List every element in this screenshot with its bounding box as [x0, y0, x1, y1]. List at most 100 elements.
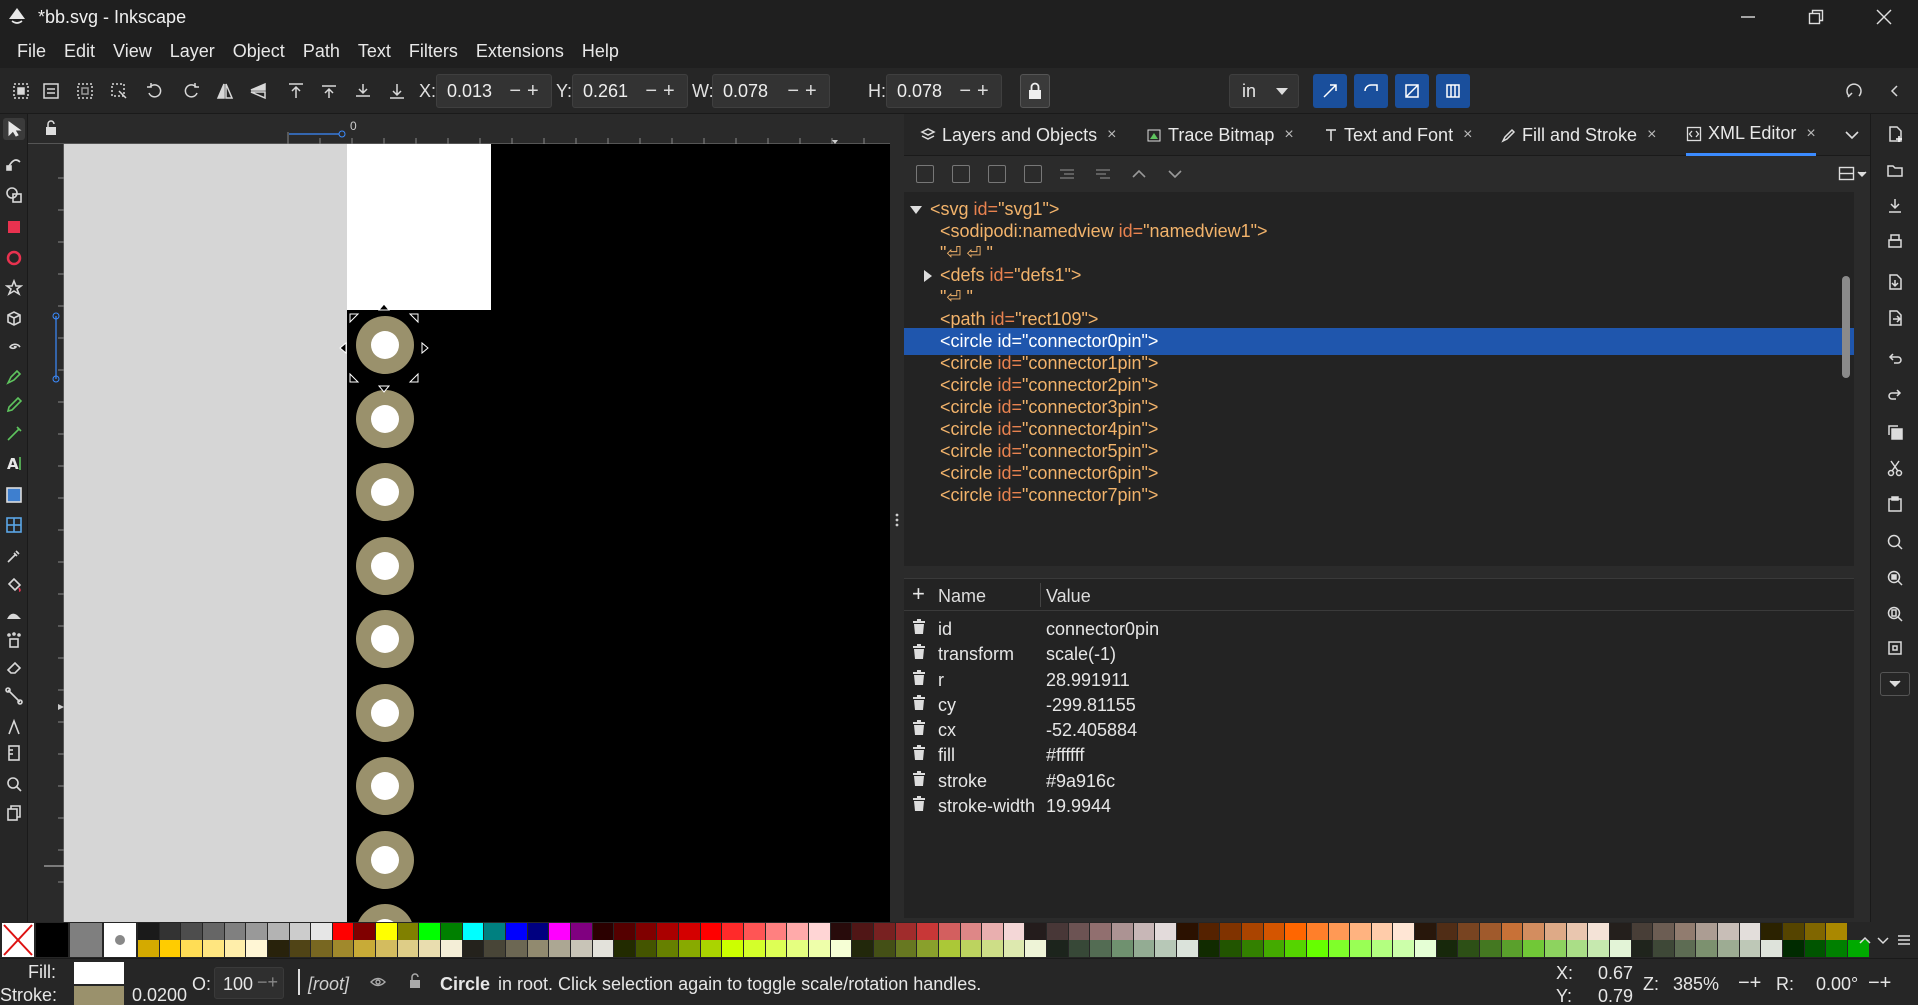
- color-swatch[interactable]: [1198, 940, 1220, 957]
- color-swatch[interactable]: [1371, 940, 1393, 957]
- width-field[interactable]: 0.078 −+: [712, 74, 830, 108]
- close-window-button[interactable]: [1850, 0, 1918, 34]
- flip-horizontal-icon[interactable]: [213, 79, 237, 103]
- menu-layer[interactable]: Layer: [161, 34, 224, 68]
- move-patterns-button[interactable]: [1436, 74, 1470, 108]
- raise-node-icon[interactable]: [1130, 165, 1148, 183]
- attribute-value[interactable]: -299.81155: [1046, 695, 1136, 716]
- dropper-tool-icon[interactable]: [3, 545, 25, 567]
- rotation-value[interactable]: 0.00°: [1816, 974, 1858, 995]
- color-swatch[interactable]: [614, 940, 635, 957]
- lower-node-icon[interactable]: [1166, 165, 1184, 183]
- color-swatch[interactable]: [1653, 940, 1674, 957]
- color-swatch[interactable]: [895, 940, 917, 957]
- color-swatch[interactable]: [1804, 940, 1826, 957]
- close-icon[interactable]: ×: [1806, 125, 1815, 143]
- color-swatch[interactable]: [181, 940, 202, 957]
- color-swatch[interactable]: [1826, 940, 1847, 957]
- color-swatch[interactable]: [614, 923, 635, 940]
- color-swatch[interactable]: [1306, 940, 1328, 957]
- color-swatch[interactable]: [809, 923, 830, 940]
- color-swatch[interactable]: [1350, 923, 1371, 940]
- color-swatch[interactable]: [982, 923, 1003, 940]
- color-swatch[interactable]: [744, 940, 765, 957]
- color-swatch[interactable]: [1003, 940, 1025, 957]
- select-all-icon[interactable]: [9, 79, 33, 103]
- color-swatch[interactable]: [1436, 923, 1458, 940]
- duplicate-node-icon[interactable]: [988, 165, 1006, 183]
- zoom-stepper[interactable]: −+: [1738, 972, 1761, 995]
- color-swatch[interactable]: [1544, 940, 1566, 957]
- scale-stroke-button[interactable]: [1313, 74, 1347, 108]
- color-swatch[interactable]: [700, 940, 722, 957]
- color-swatch[interactable]: [570, 940, 592, 957]
- touch-select-icon[interactable]: [107, 79, 131, 103]
- color-swatch[interactable]: [1263, 923, 1285, 940]
- node-tool-icon[interactable]: [3, 151, 25, 173]
- expander-collapsed-icon[interactable]: [924, 270, 932, 283]
- color-swatch[interactable]: [852, 923, 873, 940]
- attribute-value[interactable]: connector0pin: [1046, 619, 1159, 640]
- expander-expanded-icon[interactable]: [910, 206, 922, 215]
- color-swatch[interactable]: [1371, 923, 1393, 940]
- color-swatch[interactable]: [722, 940, 744, 957]
- color-swatch[interactable]: [1003, 923, 1025, 940]
- color-swatch[interactable]: [938, 923, 960, 940]
- height-field[interactable]: 0.078 −+: [886, 74, 1002, 108]
- color-swatch[interactable]: [1306, 923, 1328, 940]
- swatch-grid[interactable]: [138, 923, 1869, 957]
- menu-edit[interactable]: Edit: [55, 34, 104, 68]
- color-swatch[interactable]: [1133, 923, 1155, 940]
- tweak-tool-icon[interactable]: [3, 603, 25, 625]
- swatch-black[interactable]: [36, 923, 68, 957]
- gradient-tool-icon[interactable]: [3, 484, 25, 506]
- color-swatch[interactable]: [1718, 923, 1739, 940]
- xml-node-circle[interactable]: <circle id="connector7pin">: [904, 482, 1854, 509]
- copy-icon[interactable]: [1883, 420, 1907, 444]
- color-swatch[interactable]: [852, 940, 873, 957]
- no-paint-swatch[interactable]: [2, 923, 34, 957]
- raise-to-top-icon[interactable]: [284, 79, 308, 103]
- color-swatch[interactable]: [1631, 940, 1653, 957]
- color-swatch[interactable]: [938, 940, 960, 957]
- connector-pin[interactable]: [356, 537, 414, 595]
- color-swatch[interactable]: [311, 940, 332, 957]
- color-swatch[interactable]: [397, 940, 419, 957]
- color-swatch[interactable]: [289, 923, 311, 940]
- color-swatch[interactable]: [1696, 940, 1718, 957]
- opacity-value[interactable]: 100: [223, 974, 253, 995]
- connector-pin[interactable]: [356, 757, 414, 815]
- color-swatch[interactable]: [332, 940, 354, 957]
- zoom-page-icon[interactable]: [1883, 602, 1907, 626]
- select-all-layers-icon[interactable]: [39, 79, 63, 103]
- mesh-tool-icon[interactable]: [3, 514, 25, 536]
- menu-help[interactable]: Help: [573, 34, 628, 68]
- lock-layer-icon[interactable]: [408, 973, 422, 989]
- color-swatch[interactable]: [1609, 923, 1631, 940]
- attribute-value[interactable]: 19.9944: [1046, 796, 1111, 817]
- color-swatch[interactable]: [181, 923, 202, 940]
- height-value[interactable]: 0.078: [887, 81, 953, 102]
- swatch-white[interactable]: [104, 923, 136, 957]
- tab-layers-and-objects[interactable]: Layers and Objects ×: [920, 114, 1116, 156]
- color-swatch[interactable]: [1176, 923, 1198, 940]
- trash-icon[interactable]: [912, 695, 926, 711]
- color-swatch[interactable]: [1631, 923, 1653, 940]
- color-swatch[interactable]: [787, 923, 808, 940]
- text-tool-icon[interactable]: A: [3, 452, 25, 474]
- trash-icon[interactable]: [912, 670, 926, 686]
- shape-builder-tool-icon[interactable]: [3, 184, 25, 206]
- color-swatch[interactable]: [592, 923, 614, 940]
- color-swatch[interactable]: [1198, 923, 1220, 940]
- color-swatch[interactable]: [159, 940, 181, 957]
- width-value[interactable]: 0.078: [713, 81, 781, 102]
- color-swatch[interactable]: [1544, 923, 1566, 940]
- cut-icon[interactable]: [1883, 456, 1907, 480]
- color-swatch[interactable]: [1739, 923, 1761, 940]
- unindent-node-icon[interactable]: [1058, 165, 1076, 183]
- color-swatch[interactable]: [722, 923, 744, 940]
- rectangle-tool-icon[interactable]: [3, 216, 25, 238]
- attribute-value[interactable]: #ffffff: [1046, 745, 1084, 766]
- width-stepper[interactable]: −+: [781, 80, 829, 103]
- color-swatch[interactable]: [1328, 940, 1350, 957]
